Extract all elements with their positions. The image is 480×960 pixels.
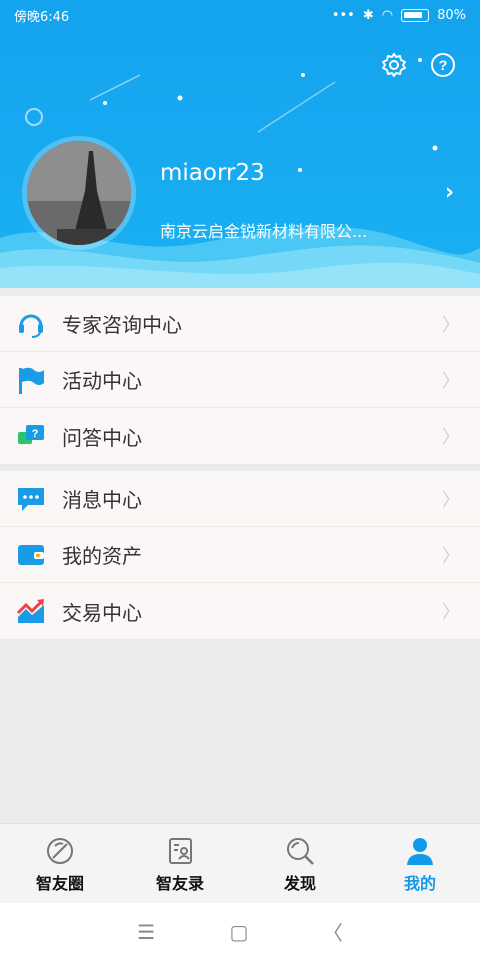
menu-item-trade[interactable]: 交易中心 〉 [0,583,480,639]
flag-icon [19,367,44,394]
battery-percent: 80% [437,7,466,23]
bluetooth-icon: ✱ [362,7,374,23]
status-time: 傍晚6:46 [14,9,70,25]
wallet-icon [18,545,44,565]
menu-label: 问答中心 [62,425,142,450]
chevron-right-icon: 〉 [442,602,460,623]
profile-arrow-icon[interactable]: › [445,180,454,205]
company-name: 南京云启金锐新材料有限公... [160,222,368,241]
headset-icon [19,314,43,338]
tab-circle[interactable]: 智友圈 [0,824,120,903]
menu-group-services: 专家咨询中心 〉 活动中心 〉 ? 问答中心 〉 [0,296,480,464]
menu-group-account: 消息中心 〉 我的资产 〉 交易中心 〉 [0,471,480,639]
username: miaorr23 [160,160,265,186]
home-square-icon[interactable]: ▢ [230,920,249,944]
qa-chat-icon: ? [18,425,44,444]
menu-item-activity[interactable]: 活动中心 〉 [0,352,480,408]
profile-header: 傍晚6:46 ••• ✱ ◠ 80% ? miaorr23 南京云启金锐新材料有… [0,0,480,288]
chevron-right-icon: 〉 [442,370,460,392]
tab-label: 智友录 [155,874,204,893]
avatar[interactable] [22,136,136,250]
avatar-photo [27,141,131,245]
menu-label: 我的资产 [62,544,142,568]
menu-item-assets[interactable]: 我的资产 〉 [0,527,480,583]
status-bar: 傍晚6:46 ••• ✱ ◠ 80% [0,0,480,30]
circle-compass-icon [47,838,73,864]
help-icon[interactable]: ? [430,52,456,78]
person-icon [407,838,433,865]
menu-item-expert[interactable]: 专家咨询中心 〉 [0,296,480,352]
search-icon [287,838,314,865]
contacts-book-icon [169,838,192,864]
trend-chart-icon [16,599,44,623]
message-bubble-icon [18,488,44,511]
bottom-tab-bar: 智友圈 智友录 发现 我的 [0,823,480,903]
gear-icon[interactable] [381,52,407,78]
back-chevron-icon[interactable]: 〈 [323,917,343,946]
chevron-right-icon: 〉 [442,545,460,567]
chevron-right-icon: 〉 [442,314,460,336]
menu-label: 活动中心 [62,369,142,393]
svg-text:?: ? [439,57,448,73]
tab-discover[interactable]: 发现 [240,824,360,903]
svg-text:?: ? [32,428,39,440]
more-dots-icon: ••• [331,7,355,23]
menu-label: 交易中心 [62,600,142,625]
chevron-right-icon: 〉 [442,427,460,448]
tab-label: 我的 [403,874,436,893]
menu-label: 专家咨询中心 [62,313,182,337]
menu-item-messages[interactable]: 消息中心 〉 [0,471,480,527]
chevron-right-icon: 〉 [442,489,460,511]
tab-label: 智友圈 [35,874,84,893]
wifi-icon: ◠ [381,7,394,23]
menu-item-qa[interactable]: ? 问答中心 〉 [0,408,480,464]
menu-lines-icon[interactable]: ☰ [137,920,155,944]
tab-me[interactable]: 我的 [360,824,480,903]
menu-label: 消息中心 [62,488,142,512]
battery-icon [401,8,430,22]
tab-contacts[interactable]: 智友录 [120,824,240,903]
system-nav-bar: ☰ ▢ 〈 [0,903,480,960]
tab-label: 发现 [283,874,316,893]
